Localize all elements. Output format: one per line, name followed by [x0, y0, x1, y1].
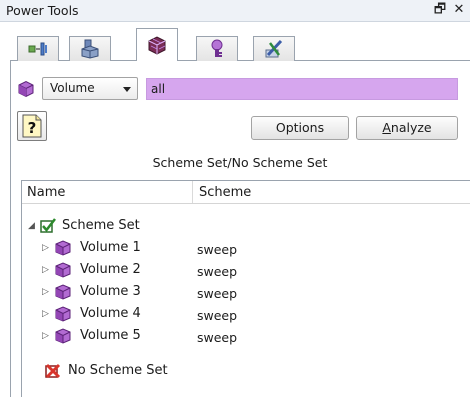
entity-id-field-wrap	[146, 78, 458, 100]
svg-text:?: ?	[28, 119, 37, 137]
tree-node-scheme: sweep	[197, 286, 238, 301]
help-button[interactable]: ?	[17, 111, 47, 141]
tab-meshing-scheme[interactable]	[136, 28, 178, 61]
tree-node-label: Volume 3	[80, 284, 141, 299]
mesh-quality-icon	[211, 39, 223, 57]
tree-node-label: Scheme Set	[62, 218, 140, 233]
expand-triangle-icon[interactable]: ▷	[42, 309, 49, 319]
tree-node-volume[interactable]: ▷ Volume 1 sweep	[22, 237, 462, 259]
expand-triangle-icon[interactable]: ▷	[42, 265, 49, 275]
volume-icon	[55, 306, 71, 322]
entity-type-value: Volume	[50, 81, 95, 95]
float-window-button[interactable]: 🗗	[432, 2, 448, 18]
red-x-icon	[45, 363, 61, 379]
column-divider[interactable]	[192, 181, 193, 203]
tree-node-scheme: sweep	[197, 308, 238, 323]
tree-node-scheme: sweep	[197, 330, 238, 345]
geometry-power-tool-icon	[28, 42, 47, 56]
tree-header: Name Scheme	[22, 181, 470, 204]
tree-node-volume[interactable]: ▷ Volume 4 sweep	[22, 303, 462, 325]
tree-node-label: No Scheme Set	[68, 363, 168, 378]
column-header-name[interactable]: Name	[27, 185, 65, 200]
entity-type-select[interactable]: Volume	[42, 77, 138, 100]
tree-node-scheme: sweep	[197, 264, 238, 279]
tree-node-volume[interactable]: ▷ Volume 2 sweep	[22, 259, 462, 281]
collapse-triangle-icon[interactable]: ◢	[28, 221, 35, 231]
tree-node-scheme-set[interactable]: ◢ Scheme Set	[22, 215, 462, 237]
volume-icon	[55, 328, 71, 344]
tree-node-label: Volume 1	[80, 240, 141, 255]
analyze-mnemonic: A	[382, 120, 391, 135]
tree-node-label: Volume 5	[80, 328, 141, 343]
close-window-button[interactable]: ✕	[451, 2, 467, 18]
repair-tool-icon	[265, 39, 283, 58]
tab-mesh[interactable]	[69, 36, 111, 61]
volume-icon	[55, 240, 71, 256]
meshing-scheme-icon	[148, 36, 166, 55]
analyze-button[interactable]: Analyze	[356, 116, 458, 140]
tree-node-label: Volume 4	[80, 306, 141, 321]
expand-triangle-icon[interactable]: ▷	[42, 243, 49, 253]
mesh-power-tool-icon	[81, 39, 99, 59]
tool-tab-bar	[0, 22, 470, 62]
chevron-down-icon	[123, 87, 131, 92]
tab-geometry[interactable]	[17, 36, 59, 61]
tree-node-no-scheme-set[interactable]: No Scheme Set	[22, 360, 462, 382]
tree-node-volume[interactable]: ▷ Volume 3 sweep	[22, 281, 462, 303]
entity-id-input[interactable]	[147, 79, 457, 99]
tree-node-scheme: sweep	[197, 242, 238, 257]
scheme-tree[interactable]: Name Scheme ◢ Scheme Set ▷ Volume 1 swee…	[21, 180, 470, 397]
tab-mesh-quality[interactable]	[196, 36, 238, 61]
column-header-scheme[interactable]: Scheme	[199, 185, 251, 200]
panel-title: Power Tools	[6, 3, 79, 18]
volume-icon	[55, 284, 71, 300]
expand-triangle-icon[interactable]: ▷	[42, 287, 49, 297]
green-checkbox-icon	[40, 218, 56, 233]
options-button[interactable]: Options	[251, 116, 349, 140]
volume-icon	[55, 262, 71, 278]
title-bar: Power Tools 🗗 ✕	[0, 0, 470, 22]
scheme-caption: Scheme Set/No Scheme Set	[152, 155, 328, 170]
tree-node-label: Volume 2	[80, 262, 141, 277]
analyze-label-rest: nalyze	[390, 120, 432, 135]
expand-triangle-icon[interactable]: ▷	[42, 331, 49, 341]
help-icon: ?	[22, 114, 42, 138]
volume-icon	[18, 80, 34, 98]
tab-repair-tools[interactable]	[253, 36, 295, 61]
tree-node-volume[interactable]: ▷ Volume 5 sweep	[22, 325, 462, 347]
